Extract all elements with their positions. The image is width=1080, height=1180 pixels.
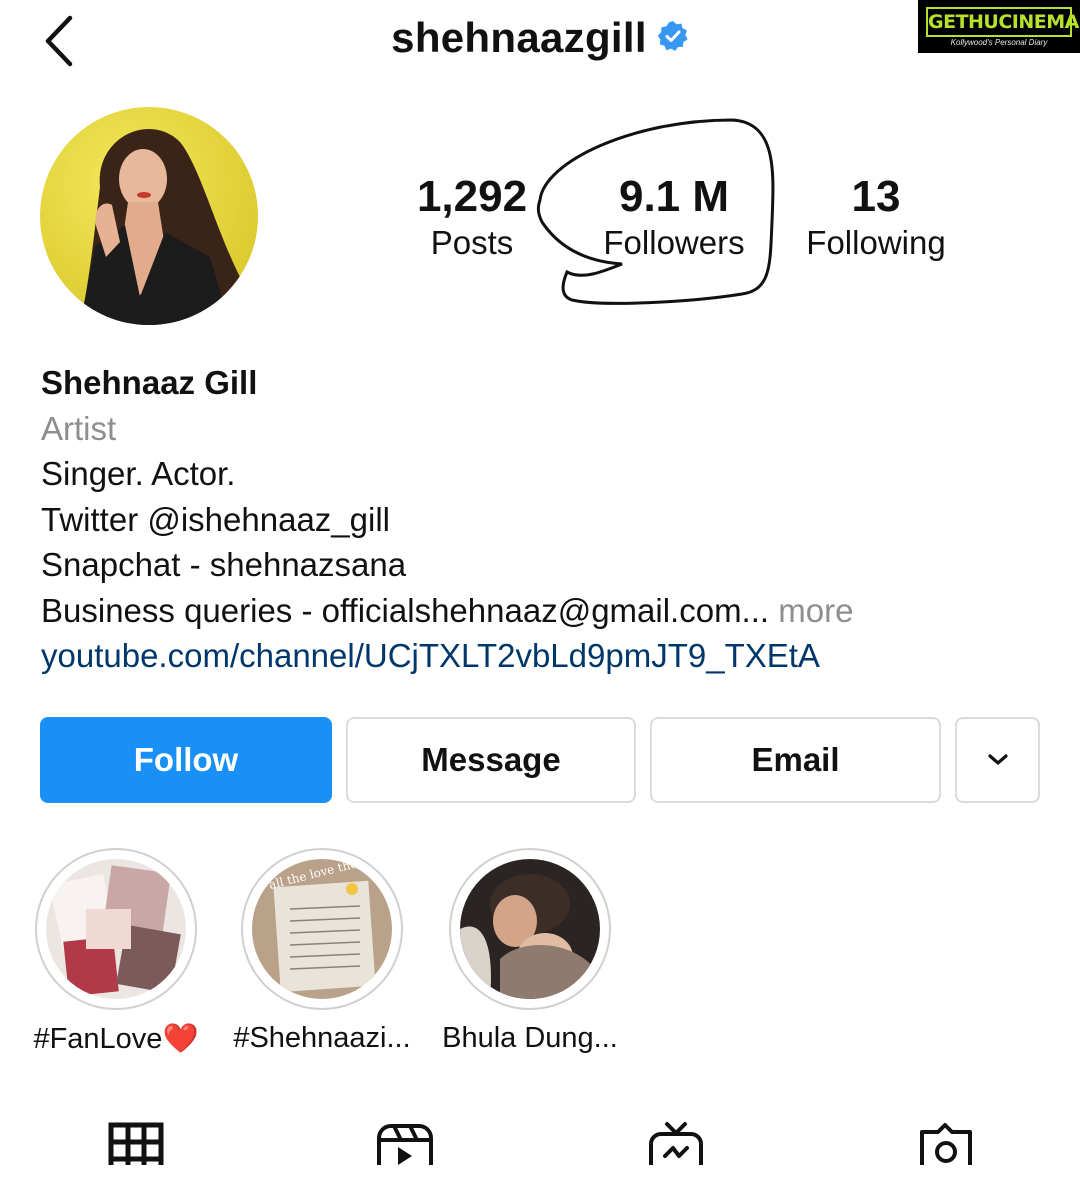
stat-posts[interactable]: 1,292 Posts bbox=[372, 172, 572, 264]
bio-line: Singer. Actor. bbox=[41, 455, 236, 492]
highlight-label: #Shehnaazi... bbox=[233, 1022, 411, 1054]
highlight-cover bbox=[460, 859, 600, 999]
followers-label: Followers bbox=[603, 224, 745, 261]
bio-line-business: Business queries - officialshehnaaz@gmai… bbox=[41, 588, 1041, 634]
grid-icon bbox=[108, 1122, 164, 1178]
stat-followers[interactable]: 9.1 M Followers bbox=[574, 172, 774, 264]
highlight-ring bbox=[449, 848, 611, 1010]
message-button[interactable]: Message bbox=[346, 717, 636, 803]
bio-website-link[interactable]: youtube.com/channel/UCjTXLT2vbLd9pmJT9_T… bbox=[41, 633, 1041, 679]
profile-category: Artist bbox=[41, 409, 117, 447]
tab-igtv[interactable] bbox=[645, 1120, 709, 1180]
highlight-label: #FanLove❤️ bbox=[33, 1023, 199, 1055]
stat-following[interactable]: 13 Following bbox=[776, 172, 976, 264]
bio-line: Twitter @ishehnaaz_gill bbox=[41, 500, 390, 538]
suggested-accounts-button[interactable] bbox=[955, 717, 1040, 803]
bio-line: Snapchat - shehnazsana bbox=[41, 546, 407, 583]
highlight-ring: all the love the gift bbox=[241, 848, 403, 1010]
posts-count: 1,292 bbox=[416, 172, 528, 221]
reels-icon bbox=[377, 1124, 433, 1180]
highlight-bhula-dunga[interactable]: Bhula Dung... bbox=[440, 848, 620, 1055]
profile-full-name: Shehnaaz Gill bbox=[41, 364, 258, 401]
highlight-ring bbox=[35, 848, 197, 1010]
highlight-cover bbox=[46, 859, 186, 999]
tagged-icon bbox=[920, 1123, 972, 1180]
highlight-fanlove[interactable]: #FanLove❤️ bbox=[26, 848, 206, 1056]
profile-bio: Shehnaaz Gill Artist Singer. Actor. Twit… bbox=[41, 360, 1041, 679]
watermark-tagline: Kollywood's Personal Diary bbox=[950, 38, 1048, 47]
watermark-brand: GETHUCINEMA bbox=[926, 7, 1079, 37]
verified-badge-icon bbox=[657, 14, 689, 62]
follow-button[interactable]: Follow bbox=[40, 717, 332, 803]
bio-more-link[interactable]: more bbox=[778, 592, 853, 629]
following-label: Following bbox=[806, 224, 946, 261]
tab-tagged[interactable] bbox=[914, 1120, 978, 1180]
followers-count: 9.1 M bbox=[618, 172, 730, 221]
bio-business-text: Business queries - officialshehnaaz@gmai… bbox=[41, 591, 770, 629]
email-button[interactable]: Email bbox=[650, 717, 941, 803]
highlight-label: Bhula Dung... bbox=[442, 1022, 618, 1054]
profile-photo bbox=[40, 107, 258, 325]
highlight-cover: all the love the gift bbox=[252, 859, 392, 999]
watermark-logo: GETHUCINEMA Kollywood's Personal Diary bbox=[918, 0, 1080, 53]
tab-reels[interactable] bbox=[374, 1120, 438, 1180]
highlight-shehnaazians[interactable]: all the love the gift #Shehnaazi... bbox=[232, 848, 412, 1055]
igtv-icon bbox=[649, 1122, 703, 1180]
following-count: 13 bbox=[851, 172, 901, 221]
profile-avatar[interactable] bbox=[40, 107, 258, 325]
tab-posts-grid[interactable] bbox=[107, 1120, 171, 1180]
posts-label: Posts bbox=[430, 224, 514, 261]
chevron-down-icon bbox=[987, 754, 1008, 765]
